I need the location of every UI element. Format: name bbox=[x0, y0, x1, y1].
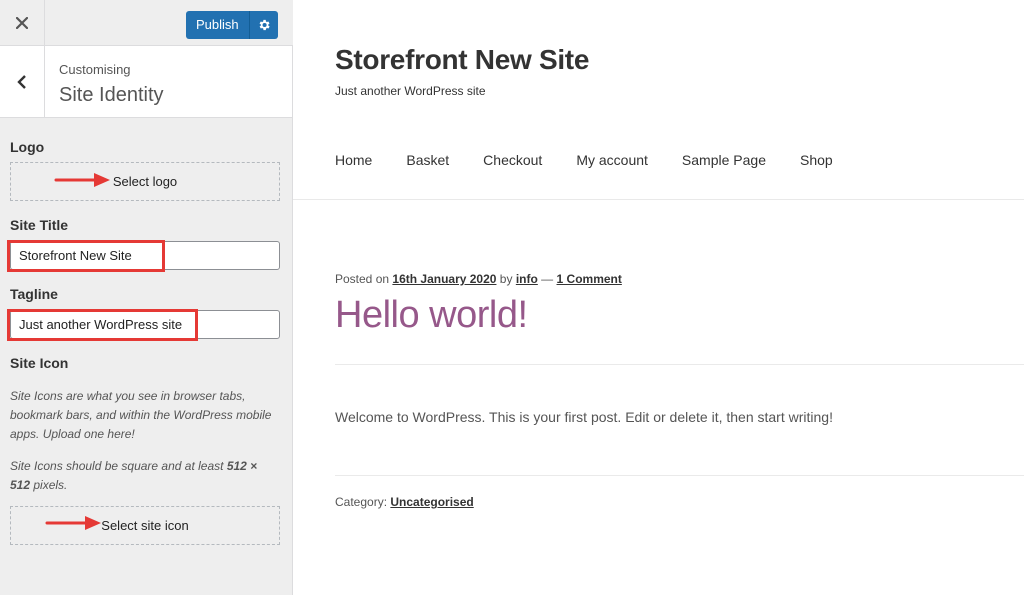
post-author-link[interactable]: info bbox=[516, 272, 538, 286]
header-divider bbox=[293, 199, 1024, 200]
chevron-left-icon bbox=[17, 74, 26, 89]
post-content: Welcome to WordPress. This is your first… bbox=[335, 409, 833, 425]
breadcrumb: Customising bbox=[59, 62, 131, 77]
select-site-icon-button[interactable]: Select site icon bbox=[10, 506, 280, 545]
site-title-input[interactable]: Storefront New Site bbox=[10, 241, 280, 270]
nav-item-my-account[interactable]: My account bbox=[576, 152, 648, 168]
section-title: Site Identity bbox=[59, 84, 164, 106]
tagline-label: Tagline bbox=[10, 286, 58, 302]
close-icon bbox=[16, 16, 28, 29]
nav-item-checkout[interactable]: Checkout bbox=[483, 152, 542, 168]
nav-item-home[interactable]: Home bbox=[335, 152, 372, 168]
primary-navigation: Home Basket Checkout My account Sample P… bbox=[335, 152, 867, 168]
back-button[interactable] bbox=[0, 46, 45, 117]
site-icon-size-note: Site Icons should be square and at least… bbox=[10, 459, 258, 492]
customizer-sidebar: Publish Customising Site Identity Logo S… bbox=[0, 0, 293, 595]
close-button[interactable] bbox=[0, 0, 45, 45]
site-icon-label: Site Icon bbox=[10, 355, 69, 371]
section-header: Customising Site Identity bbox=[0, 46, 292, 118]
tagline-input[interactable]: Just another WordPress site bbox=[10, 310, 280, 339]
nav-item-shop[interactable]: Shop bbox=[800, 152, 833, 168]
gear-icon bbox=[259, 19, 270, 31]
select-site-icon-label: Select site icon bbox=[101, 518, 189, 533]
publish-settings-button[interactable] bbox=[250, 11, 278, 39]
post-category: Category: Uncategorised bbox=[335, 495, 474, 509]
post-meta: Posted on 16th January 2020 by info — 1 … bbox=[335, 272, 622, 286]
publish-group: Publish bbox=[186, 11, 278, 39]
select-logo-label: Select logo bbox=[112, 174, 178, 189]
logo-label: Logo bbox=[10, 139, 45, 155]
site-icon-description: Site Icons are what you see in browser t… bbox=[10, 389, 272, 441]
site-tagline: Just another WordPress site bbox=[335, 84, 486, 98]
site-title[interactable]: Storefront New Site bbox=[335, 44, 589, 76]
category-link[interactable]: Uncategorised bbox=[390, 495, 473, 509]
site-title-label: Site Title bbox=[10, 217, 69, 233]
post-comments-link[interactable]: 1 Comment bbox=[557, 272, 622, 286]
nav-item-sample-page[interactable]: Sample Page bbox=[682, 152, 766, 168]
nav-item-basket[interactable]: Basket bbox=[406, 152, 449, 168]
post-divider bbox=[335, 475, 1024, 476]
publish-button[interactable]: Publish bbox=[186, 11, 250, 39]
post-date-link[interactable]: 16th January 2020 bbox=[392, 272, 496, 286]
post-divider bbox=[335, 364, 1024, 365]
customizer-header: Publish bbox=[0, 0, 293, 46]
select-logo-button[interactable]: Select logo bbox=[10, 162, 280, 201]
post-title[interactable]: Hello world! bbox=[335, 294, 528, 337]
site-preview: Storefront New Site Just another WordPre… bbox=[293, 0, 1024, 595]
